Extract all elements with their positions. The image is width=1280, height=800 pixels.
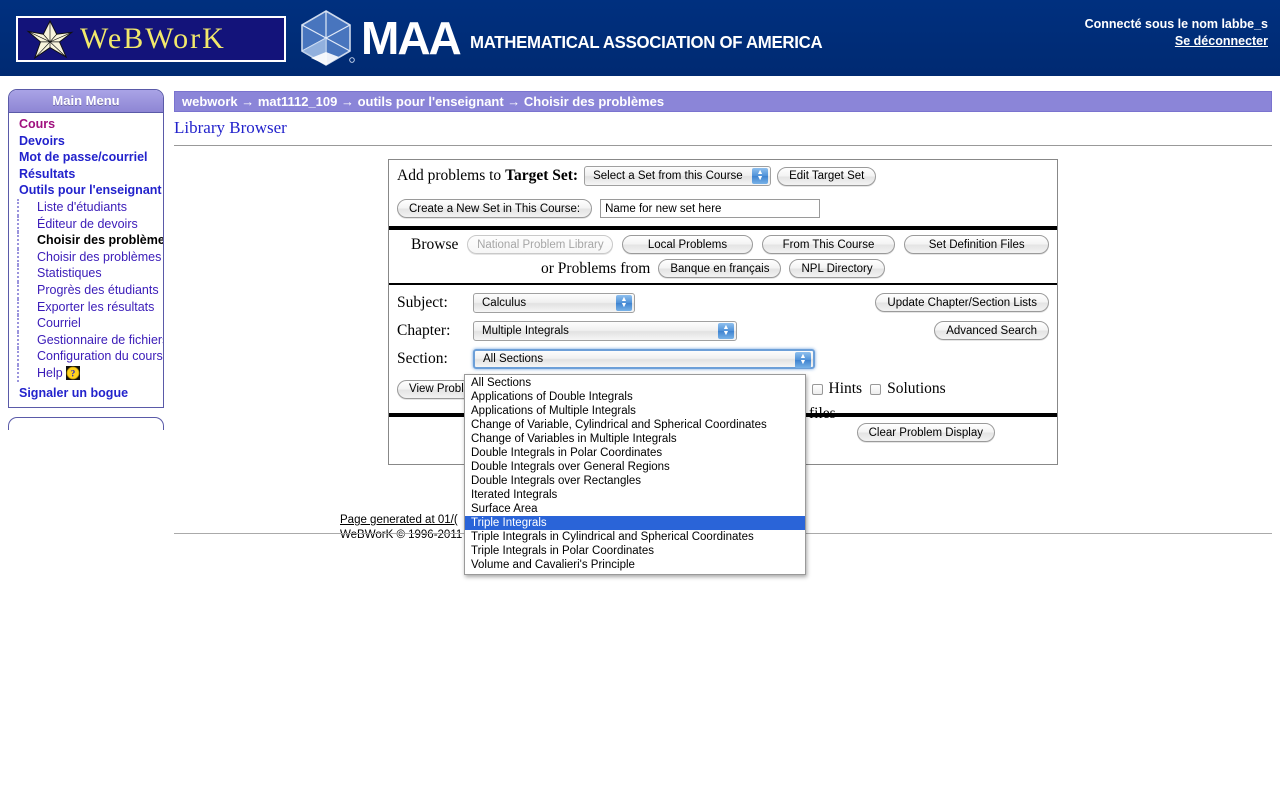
section-select[interactable]: All Sections ▲ ▼ xyxy=(473,349,815,369)
sidebar-item-file-manager[interactable]: Gestionnaire de fichiers xyxy=(17,331,163,349)
maa-full-name: MATHEMATICAL ASSOCIATION OF AMERICA xyxy=(469,32,823,52)
clear-problem-display-button[interactable]: Clear Problem Display xyxy=(856,423,995,442)
sidebar-item-statistiques[interactable]: Statistiques xyxy=(17,265,163,282)
webwork-logo: WeBWorK xyxy=(16,16,286,62)
dropdown-option[interactable]: Triple Integrals in Cylindrical and Sphe… xyxy=(465,530,805,544)
dropdown-option[interactable]: Triple Integrals in Polar Coordinates xyxy=(465,544,805,558)
section-label: Section: xyxy=(397,350,448,367)
section-select-value: All Sections xyxy=(483,353,544,365)
browse-npl-directory-button[interactable]: NPL Directory xyxy=(789,259,885,278)
advanced-search-button[interactable]: Advanced Search xyxy=(934,321,1049,340)
browse-section: Browse National Problem Library Local Pr… xyxy=(389,230,1057,283)
sidebar-item-report-bug[interactable]: Signaler un bogue xyxy=(9,382,163,402)
sidebar-item-instructor-tools[interactable]: Outils pour l'enseignant xyxy=(9,182,163,199)
dropdown-option[interactable]: Double Integrals over Rectangles xyxy=(465,474,805,488)
chapter-label: Chapter: xyxy=(397,322,451,339)
dropdown-option[interactable]: Change of Variable, Cylindrical and Sphe… xyxy=(465,418,805,432)
logged-in-label: Connecté sous le nom labbe_s xyxy=(1084,17,1268,31)
page-title: Library Browser xyxy=(174,118,287,137)
solutions-checkbox[interactable] xyxy=(870,383,882,395)
svg-text:?: ? xyxy=(70,369,75,379)
dropdown-option[interactable]: All Sections xyxy=(465,376,805,390)
subject-select[interactable]: Calculus ▲ ▼ xyxy=(473,293,635,313)
chapter-select[interactable]: Multiple Integrals ▲ ▼ xyxy=(473,321,737,341)
chevron-updown-icon: ▲▼ xyxy=(616,295,632,311)
browse-national-problem-library-button[interactable]: National Problem Library xyxy=(467,235,614,254)
create-new-set-button[interactable]: Create a New Set in This Course: xyxy=(397,199,593,218)
copyright-text: WeBWorK © 1996-2011 xyxy=(340,529,463,541)
sidebar-item-choisir-des-problemes[interactable]: Choisir des problèmes xyxy=(17,232,163,249)
sidebar-item-courriel[interactable]: Courriel xyxy=(17,315,163,332)
target-set-select-value: Select a Set from this Course xyxy=(593,170,743,182)
chapter-select-value: Multiple Integrals xyxy=(482,325,569,337)
breadcrumb: webwork → mat1112_109 → outils pour l'en… xyxy=(174,91,1272,112)
dropdown-option[interactable]: Applications of Double Integrals xyxy=(465,390,805,404)
add-problems-label: Add problems to Target Set: xyxy=(397,167,579,184)
target-set-section: Add problems to Target Set: Select a Set… xyxy=(389,160,1057,226)
dropdown-option[interactable]: Change of Variables in Multiple Integral… xyxy=(465,432,805,446)
subject-select-value: Calculus xyxy=(482,297,527,309)
maa-icosahedron-icon xyxy=(301,10,355,66)
sidebar: Main Menu Cours Devoirs Mot de passe/cou… xyxy=(8,89,164,431)
sidebar-item-student-progress[interactable]: Progrès des étudiants xyxy=(17,281,163,299)
maa-logo: MAA MATHEMATICAL ASSOCIATION OF AMERICA xyxy=(295,8,837,68)
sidebar-item-student-list[interactable]: Liste d'étudiants xyxy=(17,198,163,216)
browse-local-problems-button[interactable]: Local Problems xyxy=(622,235,753,254)
dropdown-option[interactable]: Volume and Cavalieri's Principle xyxy=(465,558,805,572)
browse-set-definition-files-button[interactable]: Set Definition Files xyxy=(904,235,1049,254)
solutions-label: Solutions xyxy=(887,380,946,397)
sidebar-item-choisir-des-problemes-2[interactable]: Choisir des problèmes 2 xyxy=(17,248,163,266)
main-menu-panel: Main Menu Cours Devoirs Mot de passe/cou… xyxy=(8,89,164,409)
webwork-star-icon xyxy=(26,19,74,59)
hints-checkbox[interactable] xyxy=(811,383,823,395)
page-generated-text: Page generated at 01/( xyxy=(340,514,458,526)
browse-banque-en-francais-button[interactable]: Banque en français xyxy=(658,259,782,278)
target-set-select[interactable]: Select a Set from this Course ▲ ▼ xyxy=(584,166,772,186)
edit-target-set-button[interactable]: Edit Target Set xyxy=(777,166,877,186)
title-divider xyxy=(174,145,1272,146)
chevron-updown-icon: ▲▼ xyxy=(752,168,769,184)
new-set-name-input[interactable] xyxy=(600,199,821,218)
page-footer: Page generated at 01/( WeBWorK © 1996-20… xyxy=(340,513,462,543)
dropdown-option[interactable]: Double Integrals over General Regions xyxy=(465,460,805,474)
dropdown-option[interactable]: Iterated Integrals xyxy=(465,488,805,502)
sidebar-item-resultats[interactable]: Résultats xyxy=(9,166,163,183)
sidebar-item-help-label: Help xyxy=(37,365,63,380)
sidebar-item-password-email[interactable]: Mot de passe/courriel xyxy=(9,149,163,166)
sidebar-item-assignment-editor[interactable]: Éditeur de devoirs xyxy=(17,215,163,233)
dropdown-option[interactable]: Double Integrals in Polar Coordinates xyxy=(465,446,805,460)
sidebar-item-course-configuration[interactable]: Configuration du cours xyxy=(17,348,163,365)
help-question-icon: ? xyxy=(65,365,80,380)
sidebar-item-export-results[interactable]: Exporter les résultats xyxy=(17,298,163,316)
main-menu-list: Cours Devoirs Mot de passe/courriel Résu… xyxy=(9,113,163,407)
site-header: WeBWorK MAA MATHEMATICAL ASSOCIATION OF … xyxy=(0,0,1280,76)
sidebar-item-cours[interactable]: Cours xyxy=(9,116,163,133)
chevron-updown-icon: ▲▼ xyxy=(795,352,811,368)
logout-link[interactable]: Se déconnecter xyxy=(1175,34,1268,48)
section-dropdown-list[interactable]: All Sections Applications of Double Inte… xyxy=(464,374,806,575)
subject-label: Subject: xyxy=(397,294,448,311)
hints-label: Hints xyxy=(828,380,863,397)
sidebar-secondary-panel xyxy=(8,417,164,431)
browse-label: Browse xyxy=(411,235,459,253)
chevron-updown-icon: ▲▼ xyxy=(718,323,734,339)
maa-abbreviation: MAA xyxy=(361,12,462,64)
dropdown-option[interactable]: Applications of Multiple Integrals xyxy=(465,404,805,418)
sidebar-item-devoirs[interactable]: Devoirs xyxy=(9,133,163,150)
sidebar-item-help[interactable]: Help? xyxy=(17,364,163,382)
or-problems-from-label: or Problems from xyxy=(541,259,651,277)
update-chapter-section-lists-button[interactable]: Update Chapter/Section Lists xyxy=(875,293,1049,312)
login-status: Connecté sous le nom labbe_s Se déconnec… xyxy=(1085,16,1268,50)
target-set-label: Target Set: xyxy=(505,167,579,184)
browse-from-this-course-button[interactable]: From This Course xyxy=(761,235,896,254)
main-menu-title: Main Menu xyxy=(9,90,163,113)
webwork-logo-text: WeBWorK xyxy=(80,22,226,55)
dropdown-option[interactable]: Surface Area xyxy=(465,502,805,516)
dropdown-option-selected[interactable]: Triple Integrals xyxy=(465,516,805,530)
